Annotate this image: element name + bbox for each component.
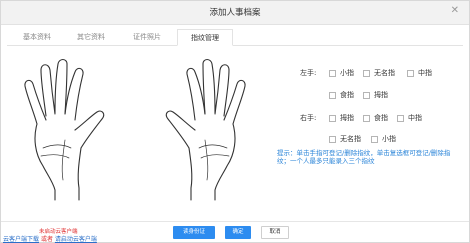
right-ring-finger[interactable] — [214, 64, 230, 117]
close-icon[interactable]: ✕ — [451, 5, 459, 16]
dialog-titlebar: 添加人事档案 ✕ — [1, 1, 469, 25]
right-hand — [165, 58, 246, 201]
read-id-card-button[interactable]: 读身份证 — [173, 226, 215, 239]
left-index-checkbox[interactable]: 食指 — [329, 90, 354, 100]
dialog-title: 添加人事档案 — [209, 8, 261, 18]
right-index-checkbox[interactable]: 食指 — [363, 113, 388, 123]
left-little-checkbox[interactable]: 小指 — [329, 68, 354, 78]
cancel-button[interactable]: 取消 — [261, 226, 289, 239]
or-text: 或者 — [40, 236, 53, 243]
footer-divider — [1, 221, 469, 222]
right-thumb-checkbox[interactable]: 拇指 — [329, 113, 354, 123]
confirm-button[interactable]: 确定 — [225, 226, 251, 239]
left-hand-label: 左手: — [300, 69, 317, 77]
start-client-link[interactable]: 请启动云客户端 — [55, 236, 97, 243]
hands-illustration — [24, 58, 246, 201]
left-index-finger[interactable] — [64, 67, 84, 121]
right-middle-finger[interactable] — [202, 58, 216, 115]
tab-basic-info[interactable]: 基本资料 — [15, 29, 59, 46]
fingerprint-tip: 提示：单击手指可登记/删除指纹，单击复选框可登记/删除指纹；一个人最多只能录入三… — [277, 149, 451, 165]
add-personnel-dialog: 添加人事档案 ✕ 基本资料 其它资料 证件照片 指纹管理 左手: 小指 无名指 … — [0, 0, 470, 243]
right-little-checkbox[interactable]: 小指 — [371, 134, 396, 144]
tab-other-info[interactable]: 其它资料 — [69, 29, 113, 46]
left-middle-checkbox[interactable]: 中指 — [407, 68, 432, 78]
left-thumb-checkbox[interactable]: 拇指 — [363, 90, 388, 100]
tab-id-photo[interactable]: 证件照片 — [125, 29, 169, 46]
right-ring-checkbox[interactable]: 无名指 — [329, 134, 361, 144]
left-middle-finger[interactable] — [54, 58, 68, 115]
right-thumb[interactable] — [165, 110, 196, 149]
client-download-line: 云客户端下载 或者 请启动云客户端 — [3, 234, 97, 243]
left-hand — [24, 58, 105, 201]
tab-fingerprint[interactable]: 指纹管理 — [177, 29, 233, 46]
right-little-finger[interactable] — [223, 79, 246, 125]
left-ring-checkbox[interactable]: 无名指 — [363, 68, 395, 78]
left-little-finger[interactable] — [24, 79, 47, 125]
right-index-finger[interactable] — [186, 67, 206, 121]
right-middle-checkbox[interactable]: 中指 — [397, 113, 422, 123]
right-hand-label: 右手: — [300, 114, 317, 122]
left-thumb[interactable] — [74, 110, 105, 149]
client-download-link[interactable]: 云客户端下载 — [3, 236, 39, 243]
tab-bar: 基本资料 其它资料 证件照片 指纹管理 — [7, 29, 463, 46]
left-ring-finger[interactable] — [40, 64, 56, 117]
